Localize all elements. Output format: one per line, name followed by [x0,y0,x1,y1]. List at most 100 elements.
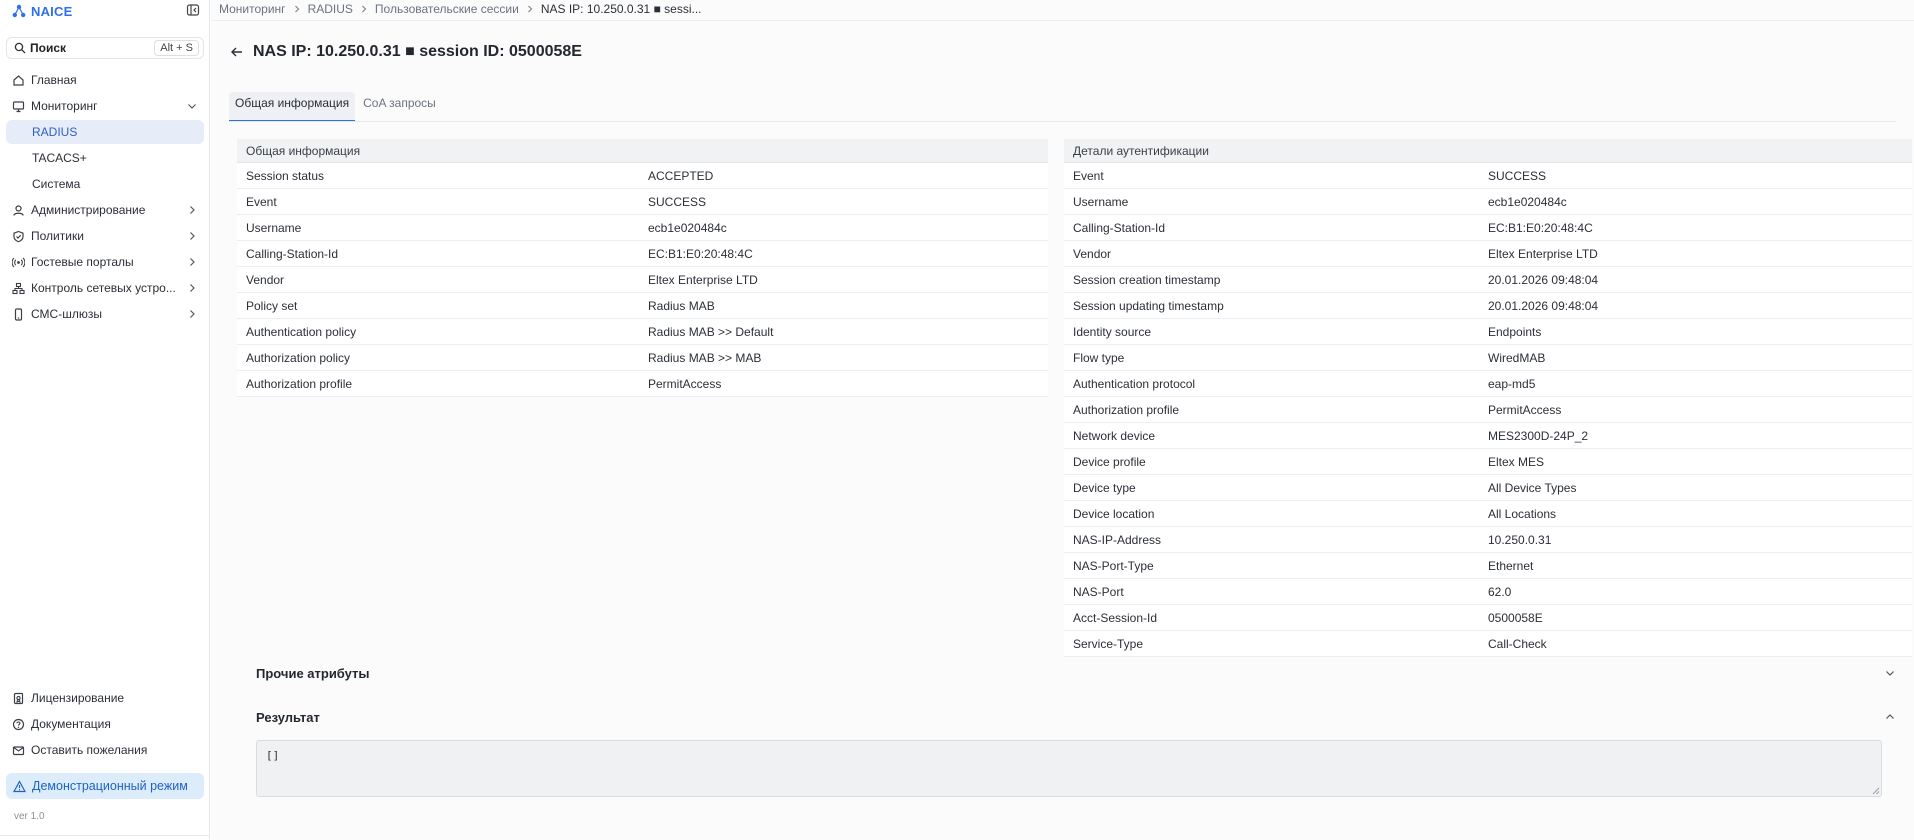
sidebar-item-policies[interactable]: Политики [6,224,204,248]
sidebar-item-licensing[interactable]: Лицензирование [6,686,204,710]
chevron-right-icon [186,308,198,320]
table-row: Calling-Station-Id EC:B1:E0:20:48:4C [237,241,1048,267]
row-value: Eltex Enterprise LTD [648,272,758,287]
breadcrumb-current: NAS IP: 10.250.0.31 ■ sessi... [540,2,702,16]
sidebar-item-label: Гостевые порталы [31,255,134,269]
demo-mode-button[interactable]: Демонстрационный режим [6,773,204,799]
row-key: NAS-Port [1073,584,1124,599]
sidebar-item-monitoring[interactable]: Мониторинг [6,94,204,118]
chevron-right-icon [186,204,198,216]
other-attributes-section[interactable]: Прочие атрибуты [256,663,1896,683]
table-row: Session creation timestamp 20.01.2026 09:… [1064,267,1912,293]
sidebar-item-label: Система [32,177,81,191]
row-key: NAS-Port-Type [1073,558,1154,573]
monitor-icon [12,100,25,113]
sidebar-item-system[interactable]: Система [6,172,204,196]
table-row: NAS-Port 62.0 [1064,579,1912,605]
table-row: Authorization policy Radius MAB >> MAB [237,345,1048,371]
divider [0,835,210,836]
table-row: Authentication protocol eap-md5 [1064,371,1912,397]
collapse-sidebar-icon[interactable] [186,3,200,17]
breadcrumb-user-sessions[interactable]: Пользовательские сессии [375,2,519,16]
row-value: Radius MAB [648,298,715,313]
chevron-down-icon[interactable] [1884,667,1896,679]
sidebar-item-feedback[interactable]: Оставить пожелания [6,738,204,762]
row-value: 0500058E [1488,610,1543,625]
search-input[interactable]: Поиск Alt + S [6,37,204,59]
chevron-right-icon [186,256,198,268]
sidebar-item-tacacs[interactable]: TACACS+ [6,146,204,170]
logo[interactable]: NAICE [12,2,200,20]
table-row: Acct-Session-Id 0500058E [1064,605,1912,631]
result-section[interactable]: Результат [256,707,1896,727]
row-key: NAS-IP-Address [1073,532,1162,547]
row-value: All Locations [1488,506,1557,521]
table-row: Service-Type Call-Check [1064,631,1912,657]
general-info-table: Общая информация Session status ACCEPTED E… [237,139,1048,397]
row-key: Authentication policy [246,324,357,339]
row-value: EC:B1:E0:20:48:4C [648,246,753,261]
sidebar-item-network-devices[interactable]: Контроль сетевых устро... [6,276,204,300]
demo-mode-label: Демонстрационный режим [32,779,188,793]
version-label: ver 1.0 [14,811,45,822]
table-row: Authorization profile PermitAccess [237,371,1048,397]
sidebar-item-label: Администрирование [31,203,146,217]
row-value: 20.01.2026 09:48:04 [1488,298,1599,313]
chevron-right-icon [359,4,369,14]
sidebar-item-docs[interactable]: Документация [6,712,204,736]
row-value: 20.01.2026 09:48:04 [1488,272,1599,287]
row-value: PermitAccess [1488,402,1562,417]
tab-general-info[interactable]: Общая информация [229,92,356,122]
table-row: Flow type WiredMAB [1064,345,1912,371]
chevron-up-icon[interactable] [1884,711,1896,723]
table-row: Event SUCCESS [1064,163,1912,189]
table-row: Device profile Eltex MES [1064,449,1912,475]
table-row: Vendor Eltex Enterprise LTD [237,267,1048,293]
row-key: Device profile [1073,454,1146,469]
row-key: Policy set [246,298,298,313]
table-row: Event SUCCESS [237,189,1048,215]
sidebar-item-label: Главная [31,73,77,87]
table-row: Session status ACCEPTED [237,163,1048,189]
row-value: ecb1e020484c [1488,194,1567,209]
row-key: Vendor [1073,246,1112,261]
row-value: All Device Types [1488,480,1577,495]
row-value: SUCCESS [648,194,707,209]
row-value: EC:B1:E0:20:48:4C [1488,220,1593,235]
row-value: SUCCESS [1488,168,1547,183]
sidebar-item-sms-gateways[interactable]: СМС-шлюзы [6,302,204,326]
sidebar-item-administration[interactable]: Администрирование [6,198,204,222]
row-value: Eltex MES [1488,454,1545,469]
network-icon [12,282,25,295]
breadcrumb-monitoring[interactable]: Мониторинг [219,2,286,16]
table-row: Policy set Radius MAB [237,293,1048,319]
breadcrumb-radius[interactable]: RADIUS [308,2,353,16]
logo-icon [12,4,26,18]
user-icon [12,204,25,217]
sidebar-item-label: Контроль сетевых устро... [31,281,176,295]
tab-coa-requests[interactable]: CoA запросы [357,92,442,122]
table-row: NAS-Port-Type Ethernet [1064,553,1912,579]
sidebar-nav: Главная Мониторинг RADIUS TACACS+ Систем… [6,70,204,328]
row-key: Session status [246,168,325,183]
sidebar-item-radius[interactable]: RADIUS [6,120,204,144]
table-row: Authentication policy Radius MAB >> Defau… [237,319,1048,345]
result-textarea[interactable]: [] [256,740,1882,797]
sidebar-item-home[interactable]: Главная [6,68,204,92]
table-row: Calling-Station-Id EC:B1:E0:20:48:4C [1064,215,1912,241]
warning-icon [13,779,26,793]
row-key: Authentication protocol [1073,376,1196,391]
chevron-right-icon [525,4,535,14]
license-icon [12,692,25,705]
resize-handle-icon[interactable] [1872,787,1880,795]
sidebar-item-label: СМС-шлюзы [31,307,102,321]
row-key: Vendor [246,272,285,287]
app-name: NAICE [31,3,73,19]
back-arrow-icon[interactable] [229,44,245,60]
sidebar-item-guest-portals[interactable]: Гостевые порталы [6,250,204,274]
auth-details-table: Детали аутентификации Event SUCCESS Userna… [1064,139,1912,657]
row-key: Session updating timestamp [1073,298,1224,313]
row-value: Radius MAB >> Default [648,324,774,339]
row-value: Eltex Enterprise LTD [1488,246,1598,261]
sidebar-item-label: RADIUS [32,125,78,139]
